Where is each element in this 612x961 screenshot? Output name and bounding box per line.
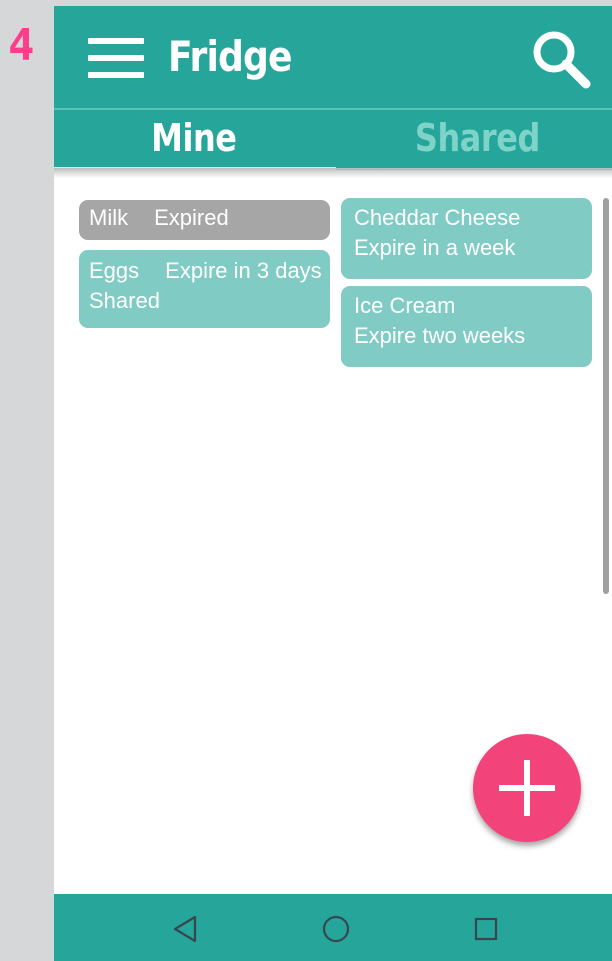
step-number: 4	[8, 20, 35, 71]
tab-shared-label: Shared	[415, 116, 540, 160]
search-icon[interactable]	[530, 28, 592, 90]
item-status: Expire two weeks	[354, 323, 526, 348]
item-status: Expired	[154, 205, 229, 230]
app-bar: Fridge	[54, 6, 612, 108]
tab-bar: Mine Shared	[54, 108, 612, 170]
tab-mine-label: Mine	[150, 116, 237, 160]
item-shared-label: Shared	[89, 288, 160, 313]
back-triangle-icon[interactable]	[171, 914, 201, 944]
item-name: Ice Cream	[354, 293, 456, 318]
scrollbar[interactable]	[603, 198, 609, 594]
item-card-eggs[interactable]: Eggs Expire in 3 days Shared	[79, 250, 330, 328]
item-name: Milk	[89, 205, 129, 230]
tab-bar-shadow	[54, 168, 612, 178]
add-item-button[interactable]	[473, 734, 581, 842]
item-card-ice-cream[interactable]: Ice Cream Expire two weeks	[341, 286, 592, 367]
tab-mine[interactable]: Mine	[54, 110, 333, 170]
item-name: Eggs	[89, 258, 140, 283]
app-title: Fridge	[168, 32, 292, 81]
item-name: Cheddar Cheese	[354, 205, 521, 230]
system-nav-bar	[54, 894, 612, 961]
tab-shared[interactable]: Shared	[338, 110, 612, 170]
item-card-cheddar-cheese[interactable]: Cheddar Cheese Expire in a week	[341, 198, 592, 279]
recents-square-icon[interactable]	[471, 914, 501, 944]
home-circle-icon[interactable]	[321, 914, 351, 944]
hamburger-menu-icon[interactable]	[88, 38, 144, 78]
item-status: Expire in a week	[354, 235, 516, 260]
item-status: Expire in 3 days	[165, 258, 322, 283]
phone-screen: Fridge Mine Shared Milk Expired Eggs Expir…	[54, 6, 612, 961]
item-card-milk[interactable]: Milk Expired	[79, 200, 330, 240]
